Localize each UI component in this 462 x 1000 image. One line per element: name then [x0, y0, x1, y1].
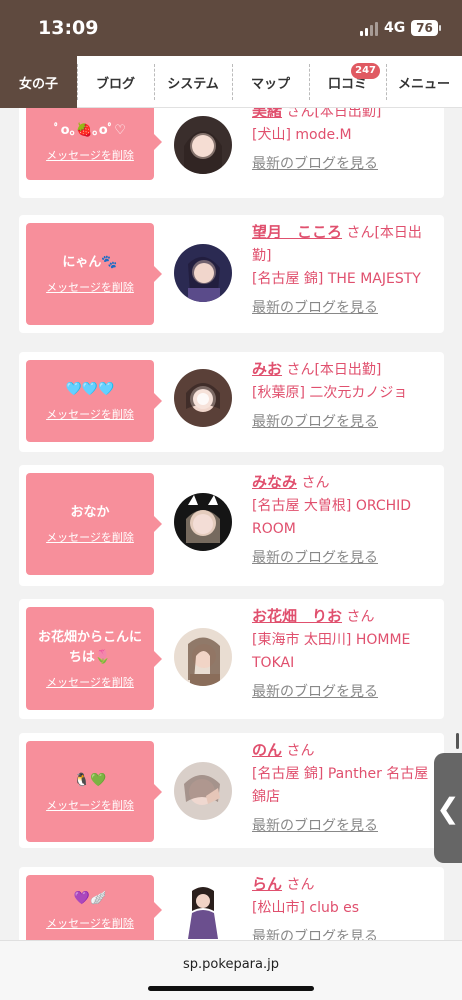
delete-message-link[interactable]: メッセージを削除 [46, 279, 134, 295]
girl-name-link[interactable]: お花畑 りお [252, 607, 342, 625]
home-indicator[interactable] [148, 986, 314, 991]
tab-label: システム [167, 76, 219, 92]
avatar[interactable] [174, 244, 232, 302]
side-panel-toggle[interactable]: ❮ [434, 753, 462, 863]
delete-message-link[interactable]: メッセージを削除 [46, 797, 134, 813]
tab-label: 女の子 [18, 76, 58, 92]
message-bubble: 🐧💚 メッセージを削除 [26, 741, 162, 842]
avatar[interactable] [174, 369, 232, 427]
girl-info: 望月 こころ さん[本日出勤] [名古屋 錦] THE MAJESTY 最新のブ… [252, 221, 440, 320]
latest-blog-link[interactable]: 最新のブログを見る [252, 926, 440, 940]
message-bubble: ﾟo｡🍓｡oﾟ♡ メッセージを削除 [26, 108, 162, 180]
message-bubble: 💜🪽 メッセージを削除 [26, 875, 162, 940]
message-card: 🐧💚 メッセージを削除 のん さん [名古屋 錦] Panther 名古屋錦店 … [19, 733, 444, 848]
browser-url-bar[interactable]: sp.pokepara.jp [0, 940, 462, 1000]
girl-name-link[interactable]: みなみ [252, 473, 297, 491]
girl-status: さん [286, 743, 315, 759]
girl-status: さん [346, 609, 375, 625]
signal-icon [360, 22, 378, 36]
message-text: 🩵🩵🩵 [65, 382, 115, 397]
shop-name: [秋葉原] 二次元カノジョ [252, 385, 408, 401]
avatar[interactable] [174, 493, 232, 551]
tab-label: メニュー [397, 76, 450, 92]
network-label: 4G [384, 20, 406, 36]
clock: 13:09 [38, 17, 99, 39]
delete-message-link[interactable]: メッセージを削除 [46, 674, 134, 690]
message-text: お花畑からこんにちは🌷 [37, 629, 142, 665]
shop-name: [名古屋 錦] THE MAJESTY [252, 271, 421, 287]
message-bubble: 🩵🩵🩵 メッセージを削除 [26, 360, 162, 442]
message-text: にゃん🐾 [62, 255, 118, 270]
girl-info: みお さん[本日出勤] [秋葉原] 二次元カノジョ 最新のブログを見る [252, 358, 440, 434]
scroll-indicator [456, 733, 459, 749]
message-bubble: おなか メッセージを削除 [26, 473, 162, 575]
delete-message-link[interactable]: メッセージを削除 [46, 529, 134, 545]
tab-label: マップ [250, 76, 290, 92]
girl-info: らん さん [松山市] club es 最新のブログを見る [252, 873, 440, 940]
latest-blog-link[interactable]: 最新のブログを見る [252, 815, 440, 838]
latest-blog-link[interactable]: 最新のブログを見る [252, 297, 440, 320]
girl-name-link[interactable]: のん [252, 741, 282, 759]
nav-tabs: 女の子 ブログ システム マップ 口コミ 247 メニュー [0, 56, 462, 108]
tab-girls[interactable]: 女の子 [0, 56, 77, 108]
status-bar: 13:09 4G 76 [0, 0, 462, 56]
girl-name-link[interactable]: 望月 こころ [252, 223, 342, 241]
message-card: ﾟo｡🍓｡oﾟ♡ メッセージを削除 美緒 さん[本日出勤] [犬山] mode.… [19, 108, 444, 198]
avatar[interactable] [174, 762, 232, 820]
message-text: 🐧💚 [73, 772, 107, 788]
girl-info: みなみ さん [名古屋 大曽根] ORCHID ROOM 最新のブログを見る [252, 471, 440, 570]
shop-name: [犬山] mode.M [252, 127, 352, 143]
message-text: 💜🪽 [73, 891, 107, 906]
girl-name-link[interactable]: みお [252, 360, 282, 378]
shop-name: [名古屋 錦] Panther 名古屋錦店 [252, 766, 429, 805]
tab-menu[interactable]: メニュー [386, 56, 462, 108]
review-count-badge: 247 [351, 63, 380, 79]
avatar[interactable] [174, 116, 232, 174]
delete-message-link[interactable]: メッセージを削除 [46, 147, 134, 163]
shop-name: [名古屋 大曽根] ORCHID ROOM [252, 498, 412, 537]
battery-tip [439, 25, 441, 31]
girl-status: さん [301, 475, 330, 491]
tab-reviews[interactable]: 口コミ 247 [309, 56, 386, 108]
girl-status: さん[本日出勤] [286, 108, 382, 120]
battery-icon: 76 [411, 20, 438, 36]
girl-info: お花畑 りお さん [東海市 太田川] HOMME TOKAI 最新のブログを見… [252, 605, 440, 704]
tab-label: ブログ [95, 76, 135, 92]
message-card: 🩵🩵🩵 メッセージを削除 みお さん[本日出勤] [秋葉原] 二次元カノジョ 最… [19, 352, 444, 452]
girl-info: 美緒 さん[本日出勤] [犬山] mode.M 最新のブログを見る [252, 108, 440, 176]
latest-blog-link[interactable]: 最新のブログを見る [252, 681, 440, 704]
latest-blog-link[interactable]: 最新のブログを見る [252, 547, 440, 570]
tab-blog[interactable]: ブログ [77, 56, 154, 108]
latest-blog-link[interactable]: 最新のブログを見る [252, 153, 440, 176]
girl-status: さん [286, 877, 315, 893]
message-card: にゃん🐾 メッセージを削除 望月 こころ さん[本日出勤] [名古屋 錦] TH… [19, 215, 444, 333]
message-list: ﾟo｡🍓｡oﾟ♡ メッセージを削除 美緒 さん[本日出勤] [犬山] mode.… [0, 108, 462, 940]
message-text: おなか [70, 505, 110, 520]
message-bubble: お花畑からこんにちは🌷 メッセージを削除 [26, 607, 162, 710]
message-card: お花畑からこんにちは🌷 メッセージを削除 お花畑 りお さん [東海市 太田川]… [19, 599, 444, 719]
girl-name-link[interactable]: らん [252, 875, 282, 893]
message-card: 💜🪽 メッセージを削除 らん さん [松山市] club es 最新のブログを見… [19, 867, 444, 940]
message-bubble: にゃん🐾 メッセージを削除 [26, 223, 162, 325]
shop-name: [東海市 太田川] HOMME TOKAI [252, 632, 411, 671]
girl-name-link[interactable]: 美緒 [252, 108, 282, 120]
url-text: sp.pokepara.jp [183, 957, 279, 972]
tab-map[interactable]: マップ [232, 56, 309, 108]
girl-info: のん さん [名古屋 錦] Panther 名古屋錦店 最新のブログを見る [252, 739, 440, 838]
tab-system[interactable]: システム [154, 56, 232, 108]
shop-name: [松山市] club es [252, 900, 360, 916]
girl-status: さん[本日出勤] [286, 362, 382, 378]
avatar[interactable] [174, 628, 232, 686]
delete-message-link[interactable]: メッセージを削除 [46, 915, 134, 931]
avatar[interactable] [174, 881, 232, 939]
latest-blog-link[interactable]: 最新のブログを見る [252, 411, 440, 434]
delete-message-link[interactable]: メッセージを削除 [46, 406, 134, 422]
message-card: おなか メッセージを削除 みなみ さん [名古屋 大曽根] ORCHID ROO… [19, 465, 444, 586]
chevron-left-icon: ❮ [436, 791, 460, 825]
message-text: ﾟo｡🍓｡oﾟ♡ [54, 123, 126, 138]
